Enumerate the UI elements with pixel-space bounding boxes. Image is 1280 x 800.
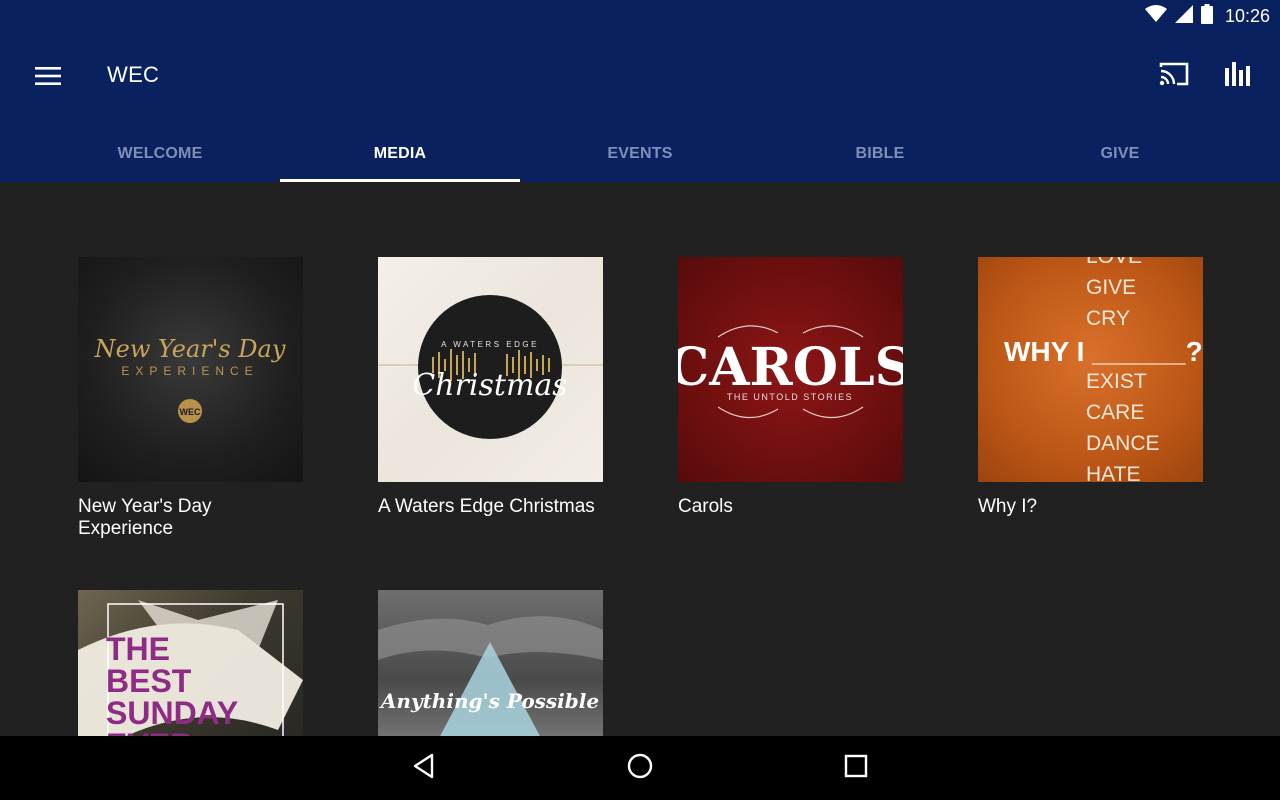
artwork-word: HATE <box>1086 463 1140 482</box>
bar-chart-icon <box>1224 60 1252 93</box>
artwork-word: GIVE <box>1086 276 1136 299</box>
wifi-icon <box>1144 4 1167 28</box>
media-card-anythings-possible[interactable]: Anything's Possible <box>378 590 603 736</box>
media-card-new-years-day[interactable]: New Year's Day EXPERIENCE WEC New Year's… <box>78 257 303 540</box>
tab-bible[interactable]: BIBLE <box>760 126 1000 182</box>
cast-button[interactable] <box>1150 56 1198 96</box>
artwork-word-text: CAROLS <box>678 337 903 398</box>
artwork-word: EXIST <box>1086 370 1147 393</box>
system-nav-bar <box>0 736 1280 800</box>
media-card-why-i[interactable]: LOVE GIVE CRY EXIST CARE DANCE HATE WHY … <box>978 257 1203 518</box>
artwork-line: BEST <box>106 663 192 699</box>
artwork-script-text: Christmas <box>412 368 567 403</box>
back-button[interactable] <box>400 744 448 792</box>
artwork-word: CARE <box>1086 401 1144 424</box>
home-icon <box>626 752 654 785</box>
media-title: Why I? <box>978 496 1038 517</box>
media-title: New Year's Day Experience <box>78 496 212 539</box>
tab-welcome[interactable]: WELCOME <box>40 126 280 182</box>
status-bar: 10:26 <box>0 0 1280 32</box>
app-title: WEC <box>107 62 160 87</box>
menu-button[interactable] <box>24 58 72 98</box>
artwork-badge-text: WEC <box>180 407 201 417</box>
artwork-word: CRY <box>1086 307 1130 330</box>
cell-signal-icon <box>1174 4 1193 28</box>
media-artwork: CAROLS THE UNTOLD STORIES <box>678 257 903 482</box>
media-title: A Waters Edge Christmas <box>378 496 595 517</box>
cast-icon <box>1158 61 1190 92</box>
app-bar: WEC WELCOME MEDIA EVENTS BIBLE GIVE <box>0 32 1280 182</box>
artwork-line: THE <box>106 631 170 667</box>
media-artwork: LOVE GIVE CRY EXIST CARE DANCE HATE WHY … <box>978 257 1203 482</box>
status-icons: 10:26 <box>1144 3 1270 29</box>
artwork-headline-text: WHY I ______? <box>1004 336 1203 367</box>
media-card-carols[interactable]: CAROLS THE UNTOLD STORIES Carols <box>678 257 903 518</box>
artwork-top-text: A WATERS EDGE <box>441 340 539 349</box>
stats-button[interactable] <box>1214 56 1262 96</box>
tab-media[interactable]: MEDIA <box>280 126 520 182</box>
artwork-script-text: Anything's Possible <box>379 689 599 713</box>
battery-icon <box>1200 3 1213 29</box>
hamburger-menu-icon <box>35 66 61 90</box>
media-grid: New Year's Day EXPERIENCE WEC New Year's… <box>0 182 1280 736</box>
media-card-best-sunday-ever[interactable]: THE BEST SUNDAY EVER <box>78 590 303 736</box>
artwork-word: LOVE <box>1086 257 1142 268</box>
tab-events[interactable]: EVENTS <box>520 126 760 182</box>
tab-bar: WELCOME MEDIA EVENTS BIBLE GIVE <box>40 126 1240 182</box>
recents-icon <box>844 754 868 783</box>
artwork-sub-text: THE UNTOLD STORIES <box>727 392 853 402</box>
media-artwork: Anything's Possible <box>378 590 603 736</box>
media-title: Carols <box>678 496 733 517</box>
home-button[interactable] <box>616 744 664 792</box>
media-artwork: New Year's Day EXPERIENCE WEC <box>78 257 303 482</box>
artwork-line: EVER <box>106 727 193 736</box>
artwork-script-text: New Year's Day <box>94 335 286 363</box>
artwork-word: DANCE <box>1086 432 1160 455</box>
artwork-line: SUNDAY <box>106 695 238 731</box>
media-artwork: A WATERS EDGE Christmas <box>378 257 603 482</box>
back-icon <box>412 753 436 784</box>
recents-button[interactable] <box>832 744 880 792</box>
artwork-sub-text: EXPERIENCE <box>121 364 258 378</box>
tab-give[interactable]: GIVE <box>1000 126 1240 182</box>
status-time: 10:26 <box>1224 5 1270 26</box>
media-card-waters-edge-christmas[interactable]: A WATERS EDGE Christmas A Waters Edge Ch… <box>378 257 603 518</box>
media-artwork: THE BEST SUNDAY EVER <box>78 590 303 736</box>
